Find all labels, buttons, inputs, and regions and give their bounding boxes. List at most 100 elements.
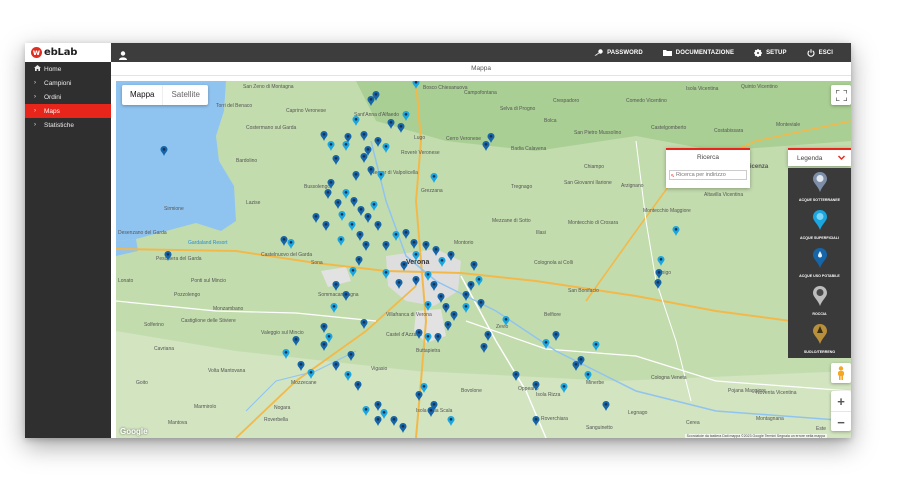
zoom-in-button[interactable]: + xyxy=(831,391,851,412)
map-marker[interactable] xyxy=(292,336,300,346)
map-marker[interactable] xyxy=(482,141,490,151)
map-marker[interactable] xyxy=(370,201,378,211)
street-view-button[interactable] xyxy=(831,363,851,383)
sidebar-item-statistiche[interactable]: › Statistiche xyxy=(25,118,111,132)
sidebar-item-home[interactable]: Home xyxy=(25,62,111,76)
map-marker[interactable] xyxy=(447,251,455,261)
map-attribution[interactable]: Scorciatoie da tastiera Dati mappa ©2023… xyxy=(684,434,827,438)
map-marker[interactable] xyxy=(424,271,432,281)
map-marker[interactable] xyxy=(287,239,295,249)
map-marker[interactable] xyxy=(348,221,356,231)
map-marker[interactable] xyxy=(552,331,560,341)
map-marker[interactable] xyxy=(467,281,475,291)
map-marker[interactable] xyxy=(320,131,328,141)
map-marker[interactable] xyxy=(362,406,370,416)
map-marker[interactable] xyxy=(325,333,333,343)
map-marker[interactable] xyxy=(415,329,423,339)
map-marker[interactable] xyxy=(572,361,580,371)
map-marker[interactable] xyxy=(412,251,420,261)
map-marker[interactable] xyxy=(592,341,600,351)
map-marker[interactable] xyxy=(332,155,340,165)
map-marker[interactable] xyxy=(374,137,382,147)
map-marker[interactable] xyxy=(442,303,450,313)
map-marker[interactable] xyxy=(347,351,355,361)
map-marker[interactable] xyxy=(342,141,350,151)
map-marker[interactable] xyxy=(380,409,388,419)
map-marker[interactable] xyxy=(432,246,440,256)
map-marker[interactable] xyxy=(392,231,400,241)
map-marker[interactable] xyxy=(412,276,420,286)
setup-link[interactable]: SETUP xyxy=(754,48,787,57)
map-marker[interactable] xyxy=(377,171,385,181)
map-marker[interactable] xyxy=(542,339,550,349)
map-marker[interactable] xyxy=(480,343,488,353)
map-marker[interactable] xyxy=(374,401,382,411)
address-search-input[interactable] xyxy=(674,171,746,179)
sidebar-item-campioni[interactable]: › Campioni xyxy=(25,76,111,90)
map-marker[interactable] xyxy=(434,333,442,343)
legend-toggle[interactable]: Legenda xyxy=(788,148,851,166)
map-marker[interactable] xyxy=(354,381,362,391)
map-marker[interactable] xyxy=(282,349,290,359)
map-marker[interactable] xyxy=(430,281,438,291)
map-marker[interactable] xyxy=(382,269,390,279)
map-marker[interactable] xyxy=(297,361,305,371)
map-marker[interactable] xyxy=(338,211,346,221)
map-marker[interactable] xyxy=(400,261,408,271)
esci-link[interactable]: ESCI xyxy=(807,48,833,57)
map-marker[interactable] xyxy=(410,239,418,249)
map-marker[interactable] xyxy=(334,199,342,209)
map-marker[interactable] xyxy=(390,416,398,426)
map-marker[interactable] xyxy=(462,291,470,301)
map-marker[interactable] xyxy=(352,116,360,126)
map-marker[interactable] xyxy=(462,303,470,313)
map-type-satellite[interactable]: Satellite xyxy=(162,85,207,105)
map-marker[interactable] xyxy=(356,231,364,241)
logo[interactable]: w ebLab xyxy=(25,43,111,62)
sidebar-item-maps[interactable]: › Maps xyxy=(25,104,111,118)
map-marker[interactable] xyxy=(324,189,332,199)
map-marker[interactable] xyxy=(280,236,288,246)
map-marker[interactable] xyxy=(412,81,420,89)
map-type-mappa[interactable]: Mappa xyxy=(122,85,162,105)
map-view[interactable]: Verona Gardaland Resort San Zeno di Mont… xyxy=(116,81,851,438)
map-marker[interactable] xyxy=(484,331,492,341)
map-marker[interactable] xyxy=(360,153,368,163)
map-marker[interactable] xyxy=(342,291,350,301)
map-marker[interactable] xyxy=(322,221,330,231)
map-marker[interactable] xyxy=(360,131,368,141)
sidebar-item-ordini[interactable]: › Ordini xyxy=(25,90,111,104)
map-marker[interactable] xyxy=(382,143,390,153)
map-marker[interactable] xyxy=(364,213,372,223)
map-marker[interactable] xyxy=(382,241,390,251)
map-marker[interactable] xyxy=(444,321,452,331)
map-marker[interactable] xyxy=(352,171,360,181)
map-marker[interactable] xyxy=(387,119,395,129)
map-marker[interactable] xyxy=(349,267,357,277)
map-marker[interactable] xyxy=(654,279,662,289)
map-marker[interactable] xyxy=(512,371,520,381)
map-marker[interactable] xyxy=(487,133,495,143)
map-marker[interactable] xyxy=(327,141,335,151)
map-marker[interactable] xyxy=(337,236,345,246)
map-marker[interactable] xyxy=(655,269,663,279)
map-marker[interactable] xyxy=(330,303,338,313)
map-marker[interactable] xyxy=(415,391,423,401)
map-marker[interactable] xyxy=(367,166,375,176)
map-marker[interactable] xyxy=(438,257,446,267)
map-marker[interactable] xyxy=(355,256,363,266)
map-marker[interactable] xyxy=(344,371,352,381)
fullscreen-button[interactable] xyxy=(831,85,851,105)
map-marker[interactable] xyxy=(470,261,478,271)
map-marker[interactable] xyxy=(395,279,403,289)
map-marker[interactable] xyxy=(327,179,335,189)
map-marker[interactable] xyxy=(374,416,382,426)
map-marker[interactable] xyxy=(422,241,430,251)
map-marker[interactable] xyxy=(360,319,368,329)
map-marker[interactable] xyxy=(397,123,405,133)
map-marker[interactable] xyxy=(532,381,540,391)
map-marker[interactable] xyxy=(342,189,350,199)
map-marker[interactable] xyxy=(672,226,680,236)
zoom-out-button[interactable]: − xyxy=(831,412,851,432)
map-marker[interactable] xyxy=(350,197,358,207)
